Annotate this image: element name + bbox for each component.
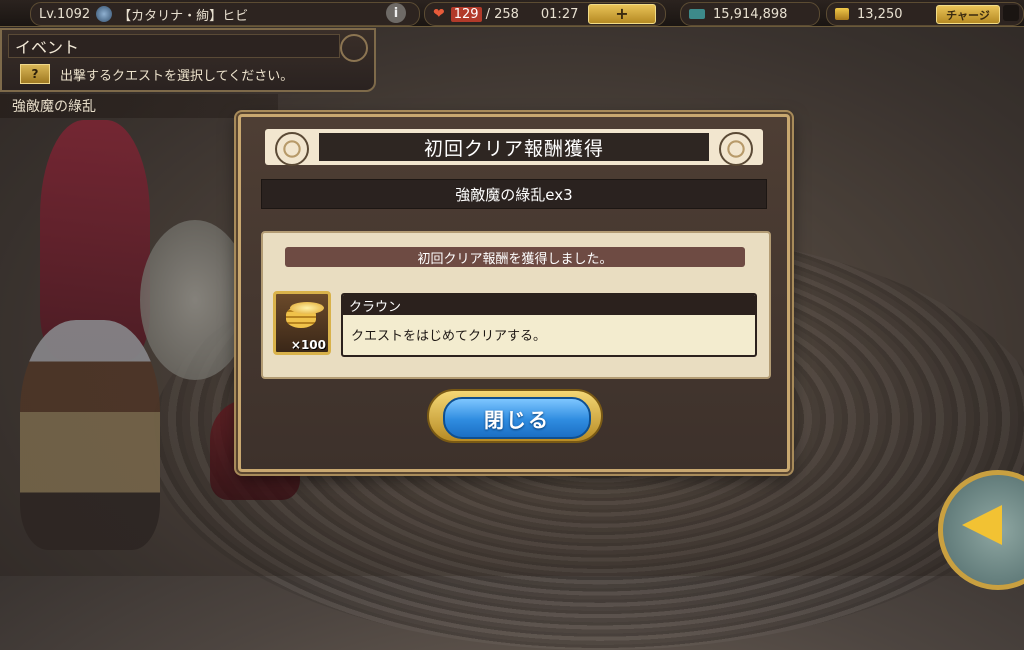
player-name: 【カタリナ・絢】ヒビ <box>118 8 249 24</box>
reward-message: 初回クリア報酬を獲得しました。 <box>285 247 745 267</box>
gold-value: 15,914,898 <box>713 6 788 22</box>
ornament-icon <box>719 132 753 166</box>
back-arrow-icon <box>962 505 1002 545</box>
stamina-plus-button[interactable]: + <box>588 4 656 24</box>
coin-top <box>290 302 324 314</box>
crown-value: 13,250 <box>857 6 903 22</box>
dialog-title: 初回クリア報酬獲得 <box>319 133 709 161</box>
instruction-text: 出撃するクエストを選択してください。 <box>60 69 294 84</box>
stage-name: 強敵魔の綠乱ex3 <box>261 179 767 209</box>
dialog-header: 初回クリア報酬獲得 <box>265 129 763 166</box>
top-status-bar: Lv.1092 【カタリナ・絢】ヒビ i ❤ 129 / 258 01:27 +… <box>0 0 1024 27</box>
crown-icon <box>835 8 849 20</box>
ornament-icon <box>340 34 368 62</box>
close-button[interactable]: 閉じる <box>427 389 603 443</box>
player-level: Lv.1092 <box>39 6 91 22</box>
gold-display: 15,914,898 <box>680 2 820 26</box>
ornament-icon <box>275 132 309 166</box>
avatar-icon <box>96 6 113 22</box>
reward-dialog: 初回クリア報酬獲得 強敵魔の綠乱ex3 初回クリア報酬を獲得しました。 ×100… <box>238 114 790 472</box>
player-info: Lv.1092 【カタリナ・絢】ヒビ <box>30 2 420 26</box>
stamina-max: / 258 <box>485 6 519 22</box>
reward-panel: 初回クリア報酬を獲得しました。 ×100 クラウン クエストをはじめてクリアする… <box>261 231 771 379</box>
item-name: クラウン <box>343 295 755 315</box>
stamina-current: 129 <box>450 6 482 22</box>
item-quantity: ×100 <box>290 338 326 352</box>
close-button-label[interactable]: 閉じる <box>443 397 591 439</box>
stamina-timer: 01:27 <box>540 6 579 22</box>
reward-item: クラウン クエストをはじめてクリアする。 <box>341 293 757 357</box>
heart-icon: ❤ <box>433 6 445 22</box>
crown-coin-icon: ×100 <box>273 291 331 355</box>
crown-add-slot <box>1003 5 1019 21</box>
info-icon[interactable]: i <box>386 3 406 23</box>
quest-label: 強敵魔の綠乱 <box>0 94 278 118</box>
item-description: クエストをはじめてクリアする。 <box>351 329 547 344</box>
event-header: イベント ? 出撃するクエストを選択してください。 <box>0 28 376 92</box>
gold-icon <box>689 9 705 19</box>
page-title: イベント <box>8 34 340 58</box>
charge-button[interactable]: チャージ <box>936 5 1000 24</box>
help-button[interactable]: ? <box>20 64 50 84</box>
